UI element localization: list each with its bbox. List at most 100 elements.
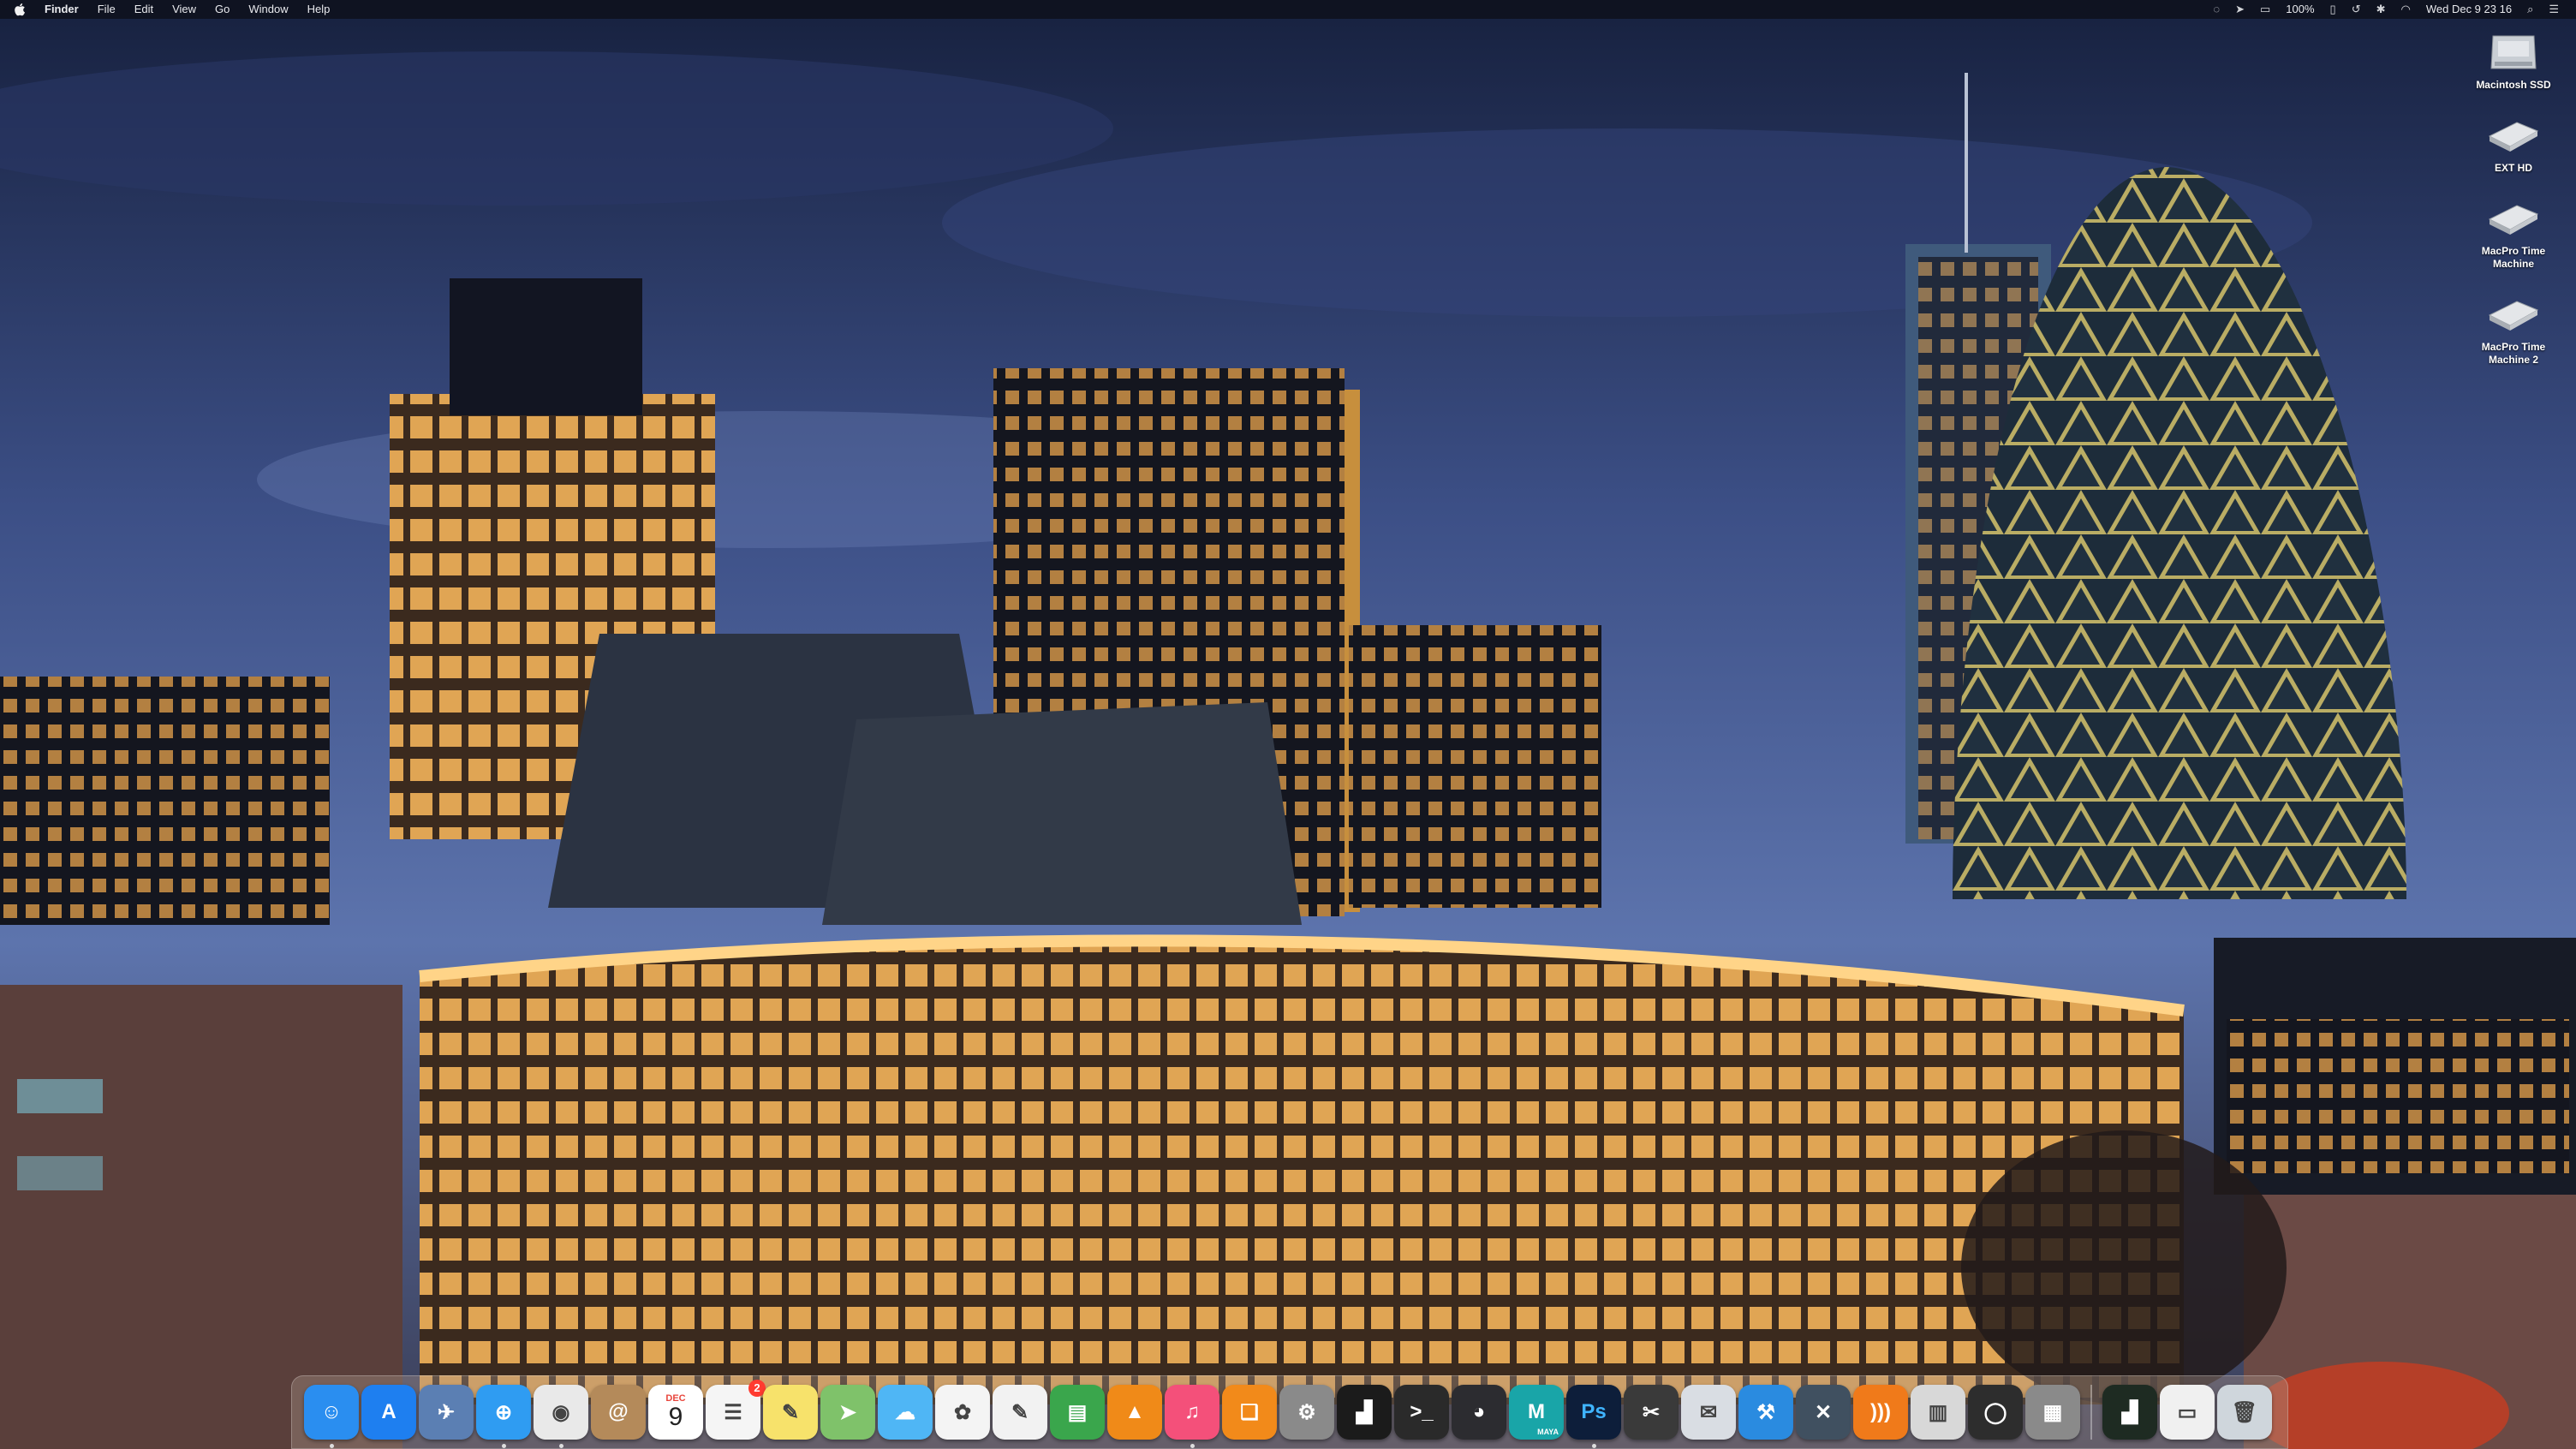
dock-app-mail[interactable]: ✉ bbox=[1681, 1385, 1736, 1440]
finder-icon: ☺ bbox=[320, 1400, 343, 1423]
desktop-icon-label: MacPro Time Machine 2 bbox=[2481, 341, 2546, 366]
xcode-icon: ⚒ bbox=[1756, 1400, 1775, 1424]
dock-app-photoshop[interactable]: Ps bbox=[1566, 1385, 1621, 1448]
wifi-icon[interactable]: ◠ bbox=[2401, 0, 2411, 19]
instruments-icon: ✕ bbox=[1814, 1400, 1833, 1424]
dock-app-maps[interactable]: ➤ bbox=[820, 1385, 875, 1440]
document-stack-icon: ▭ bbox=[2177, 1400, 2197, 1424]
mail-icon: ✉ bbox=[1699, 1400, 1718, 1424]
dock-app-final-cut-pro[interactable]: ✂ bbox=[1624, 1385, 1679, 1440]
desktop-icon-macpro-time-machine[interactable]: MacPro Time Machine bbox=[2466, 194, 2561, 271]
menu-help[interactable]: Help bbox=[307, 0, 331, 19]
quicktime-icon: ◯ bbox=[1983, 1400, 2007, 1424]
bluetooth-icon[interactable]: ✱ bbox=[2376, 0, 2386, 19]
apple-logo-icon[interactable] bbox=[14, 3, 26, 16]
desktop-icon-macpro-time-machine-2[interactable]: MacPro Time Machine 2 bbox=[2466, 289, 2561, 367]
dock-app-books-library[interactable]: ▥ bbox=[1911, 1385, 1965, 1440]
calendar-day: 9 bbox=[668, 1403, 683, 1431]
dock-app-messages[interactable]: ☁ bbox=[878, 1385, 933, 1440]
contacts-icon: @ bbox=[608, 1400, 629, 1423]
menu-view[interactable]: View bbox=[172, 0, 196, 19]
archive-utility-icon: ▦ bbox=[2042, 1400, 2063, 1424]
console-icon: ▟ bbox=[2121, 1400, 2138, 1424]
itunes-icon: ♫ bbox=[1184, 1400, 1200, 1423]
system-preferences-icon: ⚙ bbox=[1297, 1400, 1316, 1424]
dock-app-document-stack[interactable]: ▭ bbox=[2160, 1385, 2215, 1440]
external-drive-icon bbox=[2488, 301, 2539, 331]
time-machine-icon[interactable]: ↺ bbox=[2352, 0, 2361, 19]
dock-app-terminal[interactable]: >_ bbox=[1394, 1385, 1449, 1440]
dock-separator bbox=[2090, 1385, 2092, 1440]
menu-clock[interactable]: Wed Dec 9 23 16 bbox=[2426, 0, 2512, 19]
vlc-icon: ▲ bbox=[1124, 1400, 1145, 1423]
activity-monitor-icon: ▟ bbox=[1356, 1400, 1373, 1424]
dock-app-photos[interactable]: ✿ bbox=[935, 1385, 990, 1440]
menu-app-name[interactable]: Finder bbox=[45, 0, 79, 19]
maps-icon: ➤ bbox=[838, 1400, 857, 1424]
dock-app-maya[interactable]: M MAYA bbox=[1509, 1385, 1564, 1440]
running-indicator bbox=[1592, 1444, 1596, 1448]
menu-bar: Finder File Edit View Go Window Help ◌ ➤… bbox=[0, 0, 2576, 19]
sync-status-icon[interactable]: ◌ bbox=[2213, 0, 2220, 19]
davinci-resolve-icon: ◕ bbox=[1472, 1400, 1486, 1423]
internal-drive-icon bbox=[2490, 35, 2537, 69]
notification-center-icon[interactable]: ☰ bbox=[2549, 0, 2559, 19]
desktop-icon-macintosh-ssd[interactable]: Macintosh SSD bbox=[2466, 27, 2561, 92]
desktop-icon-label: EXT HD bbox=[2494, 162, 2532, 174]
external-drive-icon bbox=[2488, 205, 2539, 235]
photoshop-icon: Ps bbox=[1581, 1400, 1607, 1423]
desktop-icon-label: MacPro Time Machine bbox=[2481, 245, 2546, 270]
dock-app-finder[interactable]: ☺ bbox=[304, 1385, 359, 1448]
dock-app-instruments[interactable]: ✕ bbox=[1796, 1385, 1851, 1440]
dock-app-contacts[interactable]: @ bbox=[591, 1385, 646, 1440]
dock-app-reminders[interactable]: ☰ 2 bbox=[706, 1380, 766, 1440]
dock-right-items: ▟ ▭ 🗑 bbox=[2102, 1385, 2272, 1440]
dock-app-preview[interactable]: ✈ bbox=[419, 1385, 474, 1440]
maya-icon: M bbox=[1528, 1400, 1545, 1423]
dock-app-numbers[interactable]: ▤ bbox=[1050, 1385, 1105, 1440]
reminders-icon: ☰ bbox=[724, 1400, 742, 1424]
desktop-icon-label: Macintosh SSD bbox=[2476, 79, 2551, 91]
dock-app-textedit[interactable]: ✎ bbox=[993, 1385, 1047, 1440]
dock-app-app-store[interactable]: A bbox=[361, 1385, 416, 1440]
dock: ☺ A ✈ ⊕ ◉ @ DEC 9 ☰ 2 ✎ ➤ ☁ ✿ ✎ ▤ ▲ ♫ ❑ ⚙ ▟ >_ ◕ M MAYA Ps ✂ ✉ ⚒ ✕)))… bbox=[291, 1375, 2288, 1449]
dock-app-system-preferences[interactable]: ⚙ bbox=[1279, 1385, 1334, 1440]
desktop-wallpaper bbox=[0, 0, 2576, 1449]
location-icon[interactable]: ➤ bbox=[2235, 0, 2245, 19]
notes-icon: ✎ bbox=[781, 1400, 800, 1424]
dock-app-itunes[interactable]: ♫ bbox=[1165, 1385, 1219, 1448]
running-indicator bbox=[502, 1444, 506, 1448]
dock-app-quicktime[interactable]: ◯ bbox=[1968, 1385, 2023, 1440]
dock-app-xcode[interactable]: ⚒ bbox=[1738, 1385, 1793, 1440]
dock-app-archive-utility[interactable]: ▦ bbox=[2025, 1385, 2080, 1440]
dock-app-safari[interactable]: ⊕ bbox=[476, 1385, 531, 1448]
dock-app-calendar[interactable]: DEC 9 bbox=[648, 1385, 703, 1440]
dock-app-ibooks[interactable]: ❑ bbox=[1222, 1385, 1277, 1440]
dock-app-chrome[interactable]: ◉ bbox=[534, 1385, 588, 1448]
photos-icon: ✿ bbox=[953, 1400, 972, 1424]
menu-window[interactable]: Window bbox=[248, 0, 288, 19]
numbers-icon: ▤ bbox=[1067, 1400, 1088, 1424]
dock-app-rss-reader[interactable]: ))) bbox=[1853, 1385, 1908, 1440]
preview-icon: ✈ bbox=[437, 1400, 456, 1424]
dock-app-console[interactable]: ▟ bbox=[2102, 1385, 2157, 1440]
menu-file[interactable]: File bbox=[98, 0, 116, 19]
menu-edit[interactable]: Edit bbox=[134, 0, 153, 19]
dock-app-activity-monitor[interactable]: ▟ bbox=[1337, 1385, 1392, 1440]
messages-icon: ☁ bbox=[895, 1400, 915, 1424]
battery-percentage[interactable]: 100% bbox=[2286, 0, 2314, 19]
final-cut-pro-icon: ✂ bbox=[1642, 1400, 1661, 1424]
running-indicator bbox=[559, 1444, 564, 1448]
dock-app-notes[interactable]: ✎ bbox=[763, 1385, 818, 1440]
running-indicator bbox=[330, 1444, 334, 1448]
dock-app-trash[interactable]: 🗑 bbox=[2217, 1385, 2272, 1440]
external-drive-icon bbox=[2488, 122, 2539, 152]
dock-app-vlc[interactable]: ▲ bbox=[1107, 1385, 1162, 1440]
battery-icon[interactable]: ▯ bbox=[2330, 0, 2336, 19]
desktop-icon-ext-hd[interactable]: EXT HD bbox=[2466, 110, 2561, 175]
spotlight-search-icon[interactable]: ⌕ bbox=[2527, 0, 2533, 19]
dock-app-davinci-resolve[interactable]: ◕ bbox=[1452, 1385, 1506, 1440]
safari-icon: ⊕ bbox=[494, 1400, 513, 1424]
menu-go[interactable]: Go bbox=[215, 0, 230, 19]
airplay-icon[interactable]: ▭ bbox=[2260, 0, 2270, 19]
